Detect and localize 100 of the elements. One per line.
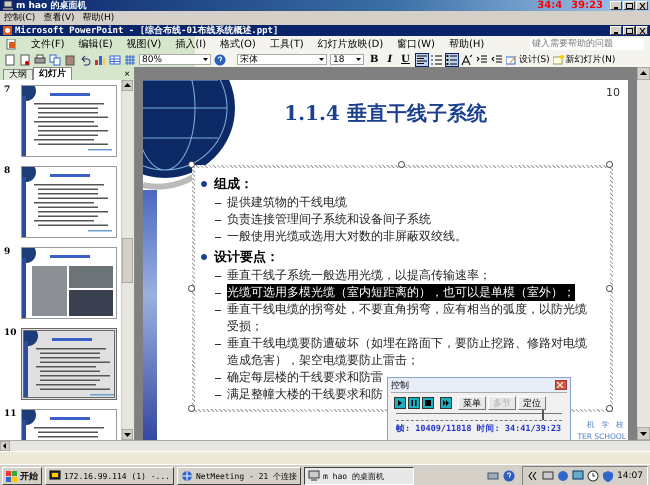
taskbar-button[interactable]: 172.16.99.114 (1) -... — [45, 467, 174, 485]
playback-status: 帧: 10409/11818 时间: 34:41/39:23 — [395, 423, 562, 435]
document-icon[interactable] — [19, 54, 31, 66]
table-icon[interactable] — [109, 54, 121, 66]
copy-icon[interactable] — [49, 54, 61, 66]
pause-button[interactable] — [408, 397, 420, 409]
font-value: 宋体 — [240, 54, 258, 66]
menu-item[interactable]: 格式(O) — [220, 37, 256, 51]
close-pane-button[interactable]: × — [124, 69, 130, 80]
slide-number: 9 — [4, 247, 12, 259]
menu-item[interactable]: 视图(V) — [126, 37, 162, 51]
numbering-icon[interactable] — [430, 54, 443, 66]
menu-item[interactable]: 窗口(W) — [397, 37, 435, 51]
grid-icon[interactable] — [124, 54, 136, 66]
clock: 14:07 — [617, 471, 643, 481]
step-icon — [442, 399, 450, 407]
menu-item[interactable]: 工具(T) — [270, 37, 304, 51]
align-left-icon[interactable] — [416, 54, 428, 66]
maximize-icon — [626, 2, 632, 8]
player-button[interactable]: 定位 — [518, 396, 546, 410]
menu-item[interactable]: 帮助(H) — [82, 10, 114, 24]
resize-handle[interactable] — [188, 161, 195, 168]
help-icon[interactable] — [214, 54, 226, 66]
time-overlay: 34:4 — [537, 0, 562, 11]
scrollbar[interactable] — [637, 67, 650, 440]
minimize-button[interactable] — [610, 26, 622, 35]
bullet-text: 确定每层楼的干线要求和防雷 — [227, 369, 383, 386]
dash-marker — [215, 395, 221, 396]
dash-marker — [215, 344, 221, 345]
step-button[interactable] — [440, 397, 452, 409]
maximize-button[interactable] — [623, 26, 635, 35]
chevron-icon[interactable] — [527, 470, 540, 482]
taskbar-button[interactable]: NetMeeting - 21 个连接 — [176, 467, 302, 485]
bullet-text: 垂直干线电缆要防遭破坏（如埋在路面下，要防止挖路、修路对电缆造成危害），架空电缆要防止雷击； — [227, 335, 588, 369]
resize-handle[interactable] — [606, 285, 613, 292]
resize-handle[interactable] — [606, 405, 613, 412]
font-size-icon[interactable] — [460, 54, 473, 66]
window-title: Microsoft PowerPoint - [综合布线-01布线系统概述.ppt] — [15, 24, 278, 37]
undo-icon[interactable] — [79, 54, 91, 66]
new-slide-button[interactable]: 新幻灯片(N) — [552, 53, 616, 66]
zoom-dropdown[interactable]: 80% — [139, 54, 211, 65]
resize-handle[interactable] — [188, 405, 195, 412]
paste-icon[interactable] — [64, 54, 76, 66]
dash-marker — [215, 237, 221, 238]
clock-icon[interactable] — [587, 470, 600, 482]
minimize-button[interactable] — [610, 1, 622, 10]
start-button[interactable]: 开始 — [2, 467, 42, 485]
close-icon — [638, 2, 646, 8]
help-search-field[interactable]: 键入需要帮助的问题 — [530, 38, 644, 50]
menu-item[interactable]: 文件(F) — [31, 37, 65, 51]
slide-thumbnail[interactable] — [21, 85, 117, 157]
close-button[interactable] — [555, 380, 567, 390]
design-button[interactable]: 设计(S) — [506, 53, 550, 66]
pane-tab[interactable]: 大纲 — [3, 69, 33, 80]
time-overlay: 39:23 — [571, 0, 603, 11]
slide-title: 1.1.4 垂直干线子系统 — [284, 101, 487, 125]
menu-item[interactable]: 编辑(E) — [78, 37, 113, 51]
menu-item[interactable]: 查看(V) — [43, 10, 74, 24]
underline-button[interactable]: U — [398, 53, 413, 66]
resize-handle[interactable] — [398, 161, 405, 168]
bullets-icon[interactable] — [446, 54, 458, 66]
menu-item[interactable]: 幻灯片放映(D) — [318, 37, 384, 51]
design-icon — [506, 54, 517, 64]
outdent-icon[interactable] — [490, 54, 503, 66]
scrollbar[interactable] — [121, 80, 134, 440]
menu-item[interactable]: 帮助(H) — [448, 37, 484, 51]
print-icon[interactable] — [34, 54, 46, 66]
seek-slider[interactable] — [396, 413, 562, 421]
horizontal-scrollbar[interactable] — [0, 440, 650, 451]
menu-item[interactable]: 插入(I) — [175, 37, 206, 51]
new-document-icon[interactable] — [4, 54, 16, 66]
new-slide-icon — [552, 54, 564, 64]
slider-thumb[interactable] — [542, 410, 544, 420]
slide-thumbnail[interactable] — [21, 247, 117, 319]
slide-number: 11 — [4, 409, 18, 421]
dash-marker — [215, 310, 221, 311]
stop-button[interactable] — [422, 397, 434, 409]
resize-handle[interactable] — [188, 285, 195, 292]
monitor-icon[interactable] — [572, 470, 584, 482]
resize-handle[interactable] — [606, 161, 613, 168]
chart-icon[interactable] — [94, 54, 106, 66]
font-dropdown[interactable]: 宋体 — [237, 54, 327, 65]
italic-button[interactable]: I — [384, 53, 396, 66]
bold-button[interactable]: B — [367, 53, 382, 66]
help-icon[interactable] — [503, 470, 516, 482]
shield-icon[interactable] — [602, 470, 614, 482]
zoom-value: 80% — [142, 54, 162, 64]
bullet-dot — [201, 181, 207, 187]
slide-thumbnail[interactable] — [21, 166, 117, 238]
taskbar-button[interactable]: m hao 的桌面机 — [304, 467, 414, 485]
slide-thumbnail[interactable] — [21, 328, 117, 400]
pause-icon — [410, 399, 418, 407]
maximize-button[interactable] — [623, 1, 635, 10]
font-size-dropdown[interactable]: 18 — [330, 54, 364, 65]
pane-tab[interactable]: 幻灯片 — [33, 67, 72, 80]
player-button[interactable]: 菜单 — [458, 396, 486, 410]
menu-item[interactable]: 控制(C) — [4, 10, 36, 24]
indent-icon[interactable] — [476, 54, 488, 66]
bullet-heading: 组成： — [214, 176, 253, 193]
play-button[interactable] — [394, 397, 406, 409]
